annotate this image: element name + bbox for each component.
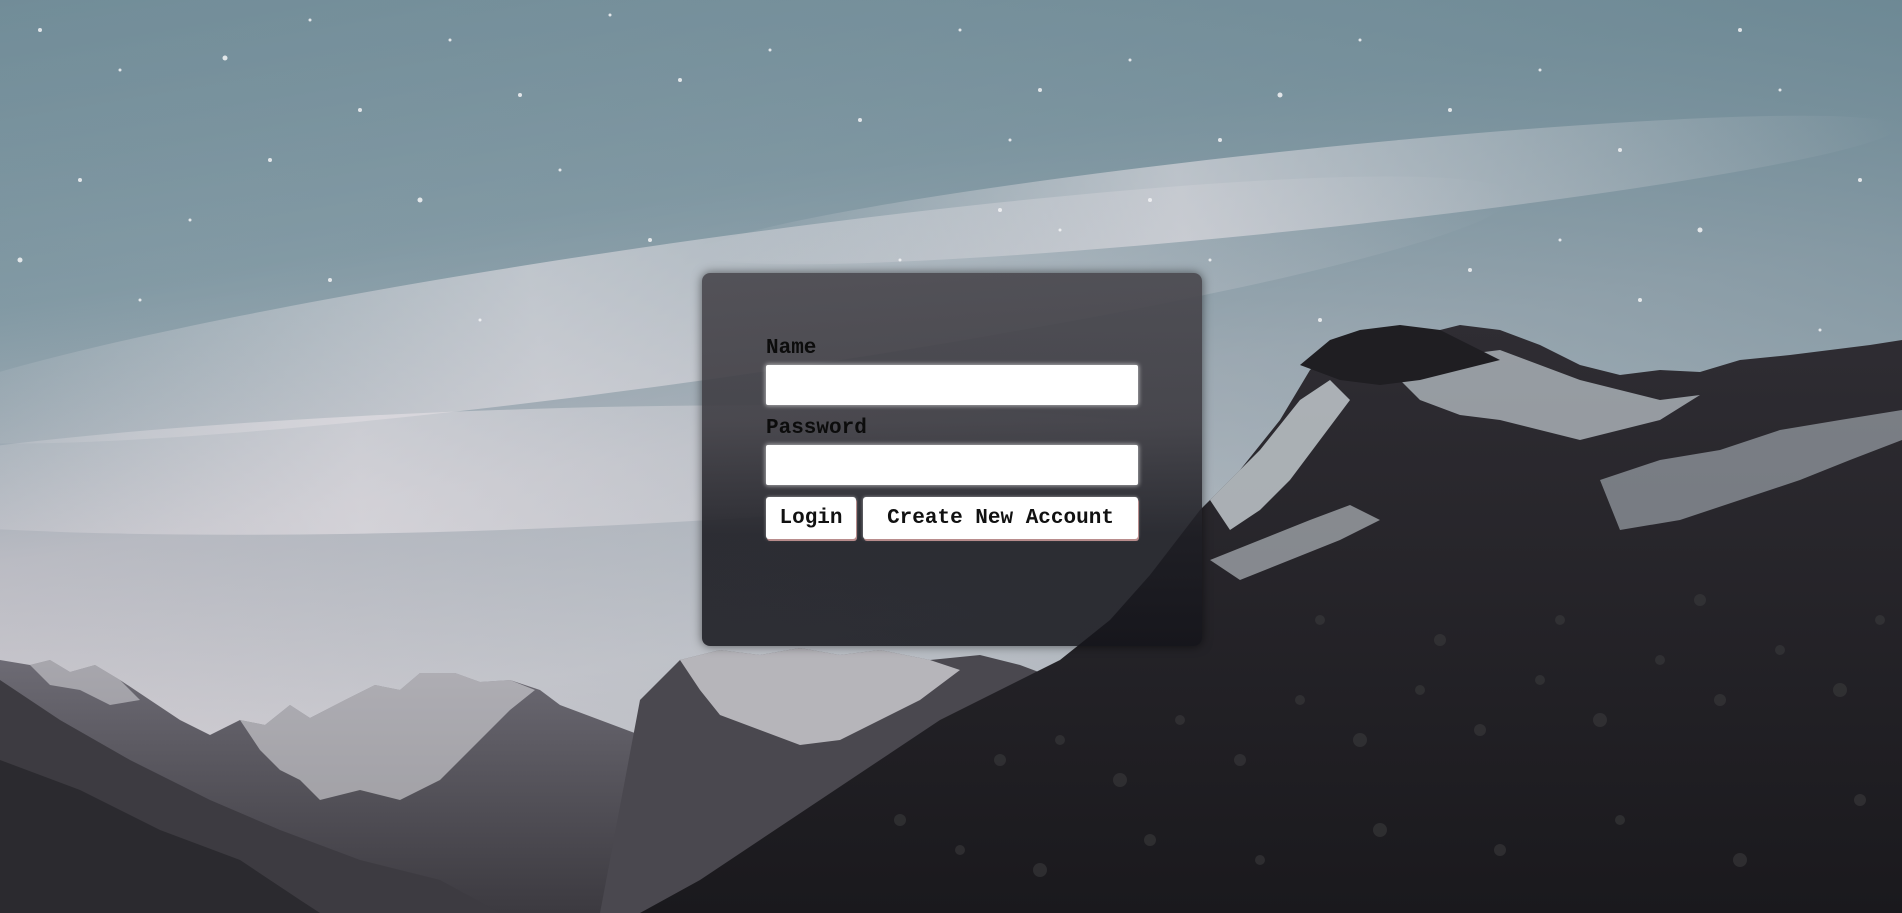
name-input[interactable]: [766, 365, 1138, 405]
form-button-row: Login Create New Account: [766, 497, 1138, 539]
create-account-button[interactable]: Create New Account: [863, 497, 1138, 539]
password-input[interactable]: [766, 445, 1138, 485]
login-button[interactable]: Login: [766, 497, 856, 539]
password-label: Password: [766, 417, 867, 440]
name-label: Name: [766, 337, 817, 360]
login-form: Name Password Login Create New Account: [702, 273, 1202, 646]
